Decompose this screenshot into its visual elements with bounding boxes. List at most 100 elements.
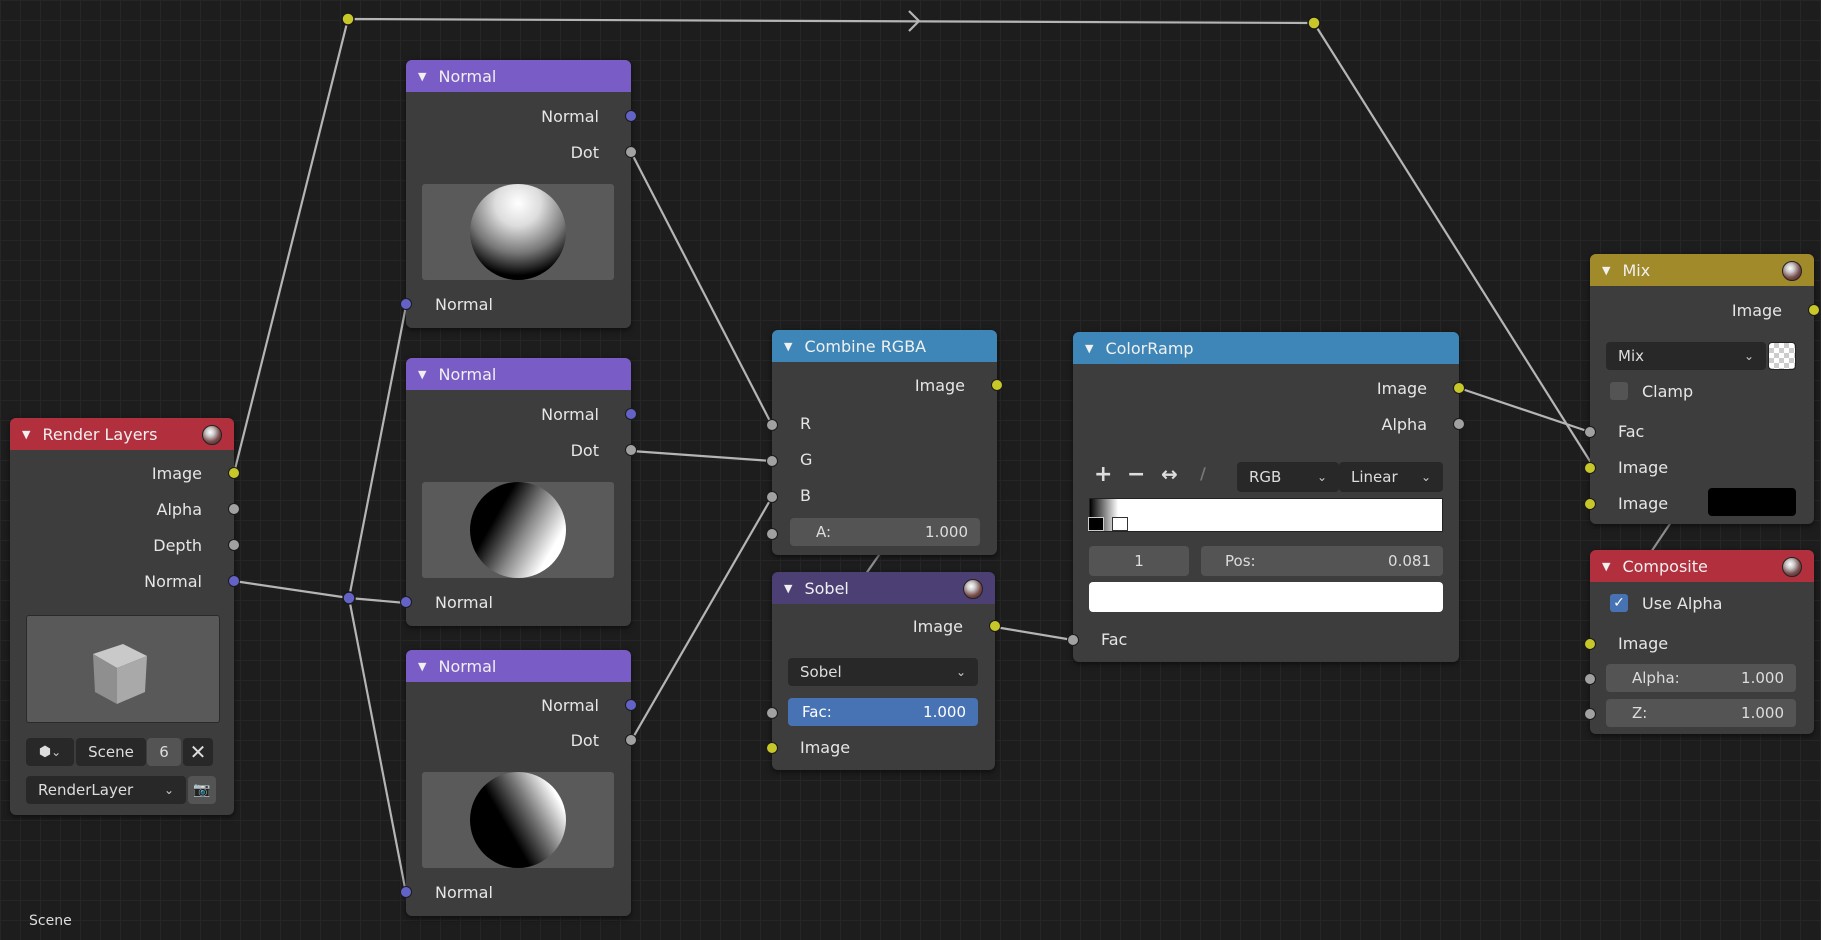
- socket-dot-out[interactable]: [625, 146, 637, 158]
- triangle-down-icon[interactable]: ▼: [1602, 264, 1610, 277]
- normal-node-2-header[interactable]: ▼ Normal: [406, 358, 631, 390]
- triangle-down-icon[interactable]: ▼: [1085, 342, 1093, 355]
- flip-arrows-icon[interactable]: ↔: [1161, 462, 1178, 486]
- b-in-label: B: [800, 486, 811, 505]
- clamp-checkbox[interactable]: [1610, 382, 1628, 400]
- interpolation-dropdown[interactable]: Linear ⌄: [1339, 462, 1443, 492]
- composite-header[interactable]: ▼ Composite: [1590, 550, 1814, 582]
- socket-image-out[interactable]: [989, 620, 1001, 632]
- chevron-down-icon: ⌄: [51, 745, 62, 759]
- pos-field[interactable]: Pos: 0.081: [1201, 546, 1443, 576]
- a-value-field[interactable]: A: 1.000: [790, 518, 980, 546]
- colorramp-node[interactable]: ▼ ColorRamp Image Alpha + − ↔ ∕ RGB ⌄ Lin…: [1067, 332, 1465, 662]
- fac-slider[interactable]: Fac: 1.000: [788, 698, 978, 726]
- filter-type-dropdown[interactable]: Sobel ⌄: [788, 658, 978, 686]
- combine-rgba-header[interactable]: ▼ Combine RGBA: [772, 330, 997, 362]
- image2-color-swatch[interactable]: [1708, 488, 1796, 516]
- socket-normal-in[interactable]: [400, 298, 412, 310]
- normal-sphere[interactable]: [470, 772, 566, 868]
- socket-a-in[interactable]: [766, 528, 778, 540]
- plus-icon[interactable]: +: [1094, 462, 1112, 487]
- ramp-stop-white[interactable]: [1112, 517, 1128, 531]
- mix-node[interactable]: ▼ Mix Image Mix ⌄ Clamp Fac Image Image: [1584, 254, 1820, 524]
- alpha-value-field[interactable]: Alpha: 1.000: [1606, 664, 1796, 692]
- sobel-node[interactable]: ▼ Sobel Image Sobel ⌄ Fac: 1.000 Image: [766, 572, 1001, 770]
- render-layers-node[interactable]: ▼ Render Layers Image Alpha Depth Normal…: [10, 418, 240, 815]
- render-layers-header[interactable]: ▼ Render Layers: [10, 418, 234, 450]
- triangle-down-icon[interactable]: ▼: [418, 368, 426, 381]
- socket-image-out[interactable]: [991, 379, 1003, 391]
- minus-icon[interactable]: −: [1127, 462, 1145, 487]
- normal-node-1[interactable]: ▼ Normal Normal Dot Normal: [400, 60, 637, 328]
- socket-depth-out[interactable]: [228, 539, 240, 551]
- normal-node-2[interactable]: ▼ Normal Normal Dot Normal: [400, 358, 637, 626]
- scene-name-field[interactable]: Scene: [76, 738, 146, 766]
- normal-sphere[interactable]: [470, 184, 566, 280]
- triangle-down-icon[interactable]: ▼: [784, 582, 792, 595]
- socket-normal-out[interactable]: [625, 110, 637, 122]
- z-value-field[interactable]: Z: 1.000: [1606, 699, 1796, 727]
- sobel-header[interactable]: ▼ Sobel: [772, 572, 995, 604]
- socket-alpha-in[interactable]: [1584, 673, 1596, 685]
- triangle-down-icon[interactable]: ▼: [1602, 560, 1610, 573]
- normal-node-3-header[interactable]: ▼ Normal: [406, 650, 631, 682]
- triangle-down-icon[interactable]: ▼: [418, 660, 426, 673]
- color-ramp-bar[interactable]: [1088, 498, 1443, 532]
- normal-node-3[interactable]: ▼ Normal Normal Dot Normal: [400, 650, 637, 916]
- socket-g-in[interactable]: [766, 455, 778, 467]
- socket-image-out[interactable]: [1808, 304, 1820, 316]
- normal-sphere-widget[interactable]: [422, 482, 614, 578]
- normal-node-1-header[interactable]: ▼ Normal: [406, 60, 631, 92]
- alpha-value: 1.000: [1741, 669, 1784, 687]
- normal-sphere-widget[interactable]: [422, 772, 614, 868]
- normal-sphere[interactable]: [470, 482, 566, 578]
- ramp-stop-black[interactable]: [1088, 517, 1104, 531]
- link-dot1-r: [630, 151, 773, 426]
- combine-rgba-node[interactable]: ▼ Combine RGBA Image R G B A: 1.000: [766, 330, 1003, 555]
- socket-b-in[interactable]: [766, 491, 778, 503]
- socket-normal-in[interactable]: [400, 886, 412, 898]
- socket-alpha-out[interactable]: [228, 503, 240, 515]
- output-normal-label: Normal: [144, 572, 202, 591]
- stop-index-field[interactable]: 1: [1089, 546, 1189, 576]
- colorramp-title: ColorRamp: [1105, 338, 1194, 358]
- colorramp-header[interactable]: ▼ ColorRamp: [1073, 332, 1459, 364]
- g-in-label: G: [800, 450, 813, 469]
- socket-fac-in[interactable]: [1584, 426, 1596, 438]
- stop-color-swatch[interactable]: [1089, 582, 1443, 612]
- socket-fac-in[interactable]: [1067, 634, 1079, 646]
- socket-r-in[interactable]: [766, 419, 778, 431]
- triangle-down-icon[interactable]: ▼: [22, 428, 30, 441]
- socket-image1-in[interactable]: [1584, 462, 1596, 474]
- socket-dot-out[interactable]: [625, 734, 637, 746]
- triangle-down-icon[interactable]: ▼: [784, 340, 792, 353]
- scene-users-count[interactable]: 6: [147, 738, 181, 766]
- normal-sphere-widget[interactable]: [422, 184, 614, 280]
- socket-image2-in[interactable]: [1584, 498, 1596, 510]
- blend-type-dropdown[interactable]: Mix ⌄: [1606, 342, 1766, 370]
- render-layer-dropdown[interactable]: RenderLayer ⌄: [26, 776, 186, 804]
- socket-normal-out[interactable]: [228, 575, 240, 587]
- color-mode-dropdown[interactable]: RGB ⌄: [1237, 462, 1339, 492]
- socket-normal-out[interactable]: [625, 408, 637, 420]
- socket-image-in[interactable]: [766, 742, 778, 754]
- mix-header[interactable]: ▼ Mix: [1590, 254, 1814, 286]
- image-out-label: Image: [912, 617, 963, 636]
- close-x-icon[interactable]: ✕: [183, 738, 213, 766]
- socket-dot-out[interactable]: [625, 444, 637, 456]
- composite-node[interactable]: ▼ Composite ✓ Use Alpha Image Alpha: 1.0…: [1584, 550, 1814, 734]
- eyedropper-icon[interactable]: ∕: [1200, 464, 1206, 483]
- socket-fac-in[interactable]: [766, 707, 778, 719]
- socket-z-in[interactable]: [1584, 708, 1596, 720]
- socket-image-out[interactable]: [1453, 382, 1465, 394]
- socket-image-out[interactable]: [228, 467, 240, 479]
- use-alpha-checkbox[interactable]: ✓: [1610, 594, 1628, 612]
- socket-alpha-out[interactable]: [1453, 418, 1465, 430]
- scene-selector-button[interactable]: ⬢ ⌄: [26, 738, 74, 766]
- triangle-down-icon[interactable]: ▼: [418, 70, 426, 83]
- socket-normal-out[interactable]: [625, 699, 637, 711]
- checker-icon[interactable]: [1768, 342, 1796, 370]
- camera-icon[interactable]: 📷: [188, 776, 216, 804]
- socket-normal-in[interactable]: [400, 596, 412, 608]
- socket-image-in[interactable]: [1584, 638, 1596, 650]
